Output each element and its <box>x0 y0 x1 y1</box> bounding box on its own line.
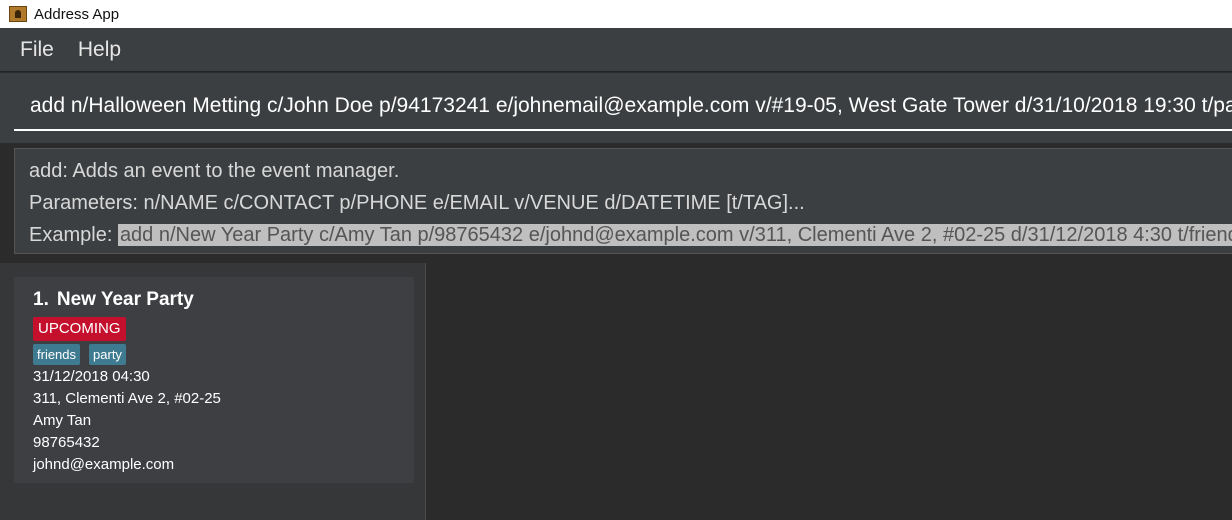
event-name: New Year Party <box>56 289 194 310</box>
event-email: johnd@example.com <box>33 456 175 473</box>
window-title: Address App <box>34 5 120 23</box>
menu-bar: File Help <box>0 28 1232 72</box>
browser-panel <box>427 263 1232 520</box>
event-tags: friends party <box>33 344 414 365</box>
result-line-parameters: Parameters: n/NAME c/CONTACT p/PHONE e/E… <box>29 192 805 214</box>
app-window: Address App File Help add: Adds an event… <box>0 0 1232 520</box>
command-input[interactable] <box>14 83 1232 131</box>
title-bar: Address App <box>0 0 1232 28</box>
example-text-selection: add n/New Year Party c/Amy Tan p/9876543… <box>117 224 1232 246</box>
menu-help[interactable]: Help <box>68 38 131 62</box>
tag-party: party <box>89 344 126 365</box>
event-venue: 311, Clementi Ave 2, #02-25 <box>33 390 221 407</box>
event-card[interactable]: 1. New Year Party UPCOMING friends party … <box>14 277 414 483</box>
tag-friends: friends <box>33 344 81 365</box>
result-display-pane: add: Adds an event to the event manager.… <box>0 143 1232 263</box>
example-label: Example: <box>29 224 118 246</box>
result-display[interactable]: add: Adds an event to the event manager.… <box>14 148 1232 254</box>
command-box-pane <box>0 73 1232 143</box>
app-icon <box>9 6 27 22</box>
result-line-example: Example: add n/New Year Party c/Amy Tan … <box>29 219 1232 251</box>
result-line-usage: add: Adds an event to the event manager. <box>29 160 400 182</box>
event-phone: 98765432 <box>33 434 100 451</box>
event-index: 1. <box>33 289 49 310</box>
event-details: 31/12/2018 04:30 311, Clementi Ave 2, #0… <box>33 366 414 476</box>
status-badge: UPCOMING <box>33 317 126 341</box>
event-contact: Amy Tan <box>33 412 92 429</box>
event-datetime: 31/12/2018 04:30 <box>33 368 150 385</box>
menu-file[interactable]: File <box>10 38 64 62</box>
event-list-panel: 1. New Year Party UPCOMING friends party … <box>0 263 426 520</box>
event-title: 1. New Year Party <box>33 287 414 313</box>
